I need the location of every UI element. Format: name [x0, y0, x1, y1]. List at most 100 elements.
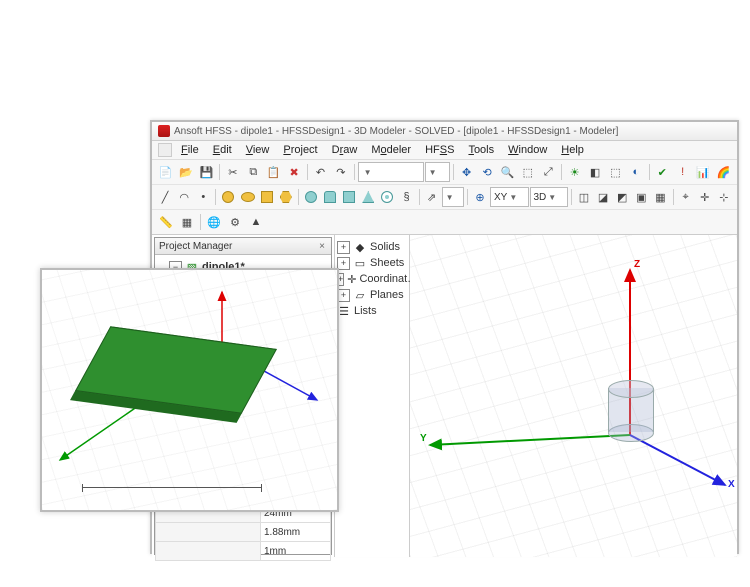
validate-icon[interactable]: ✔	[653, 162, 672, 182]
table-row: 1.88mm	[156, 523, 331, 542]
project-manager-title: Project Manager ×	[155, 238, 331, 255]
pan-icon[interactable]: ✥	[457, 162, 476, 182]
app-icon	[158, 125, 170, 137]
coord-icon: ✛	[347, 273, 356, 285]
sheets-icon: ▭	[353, 257, 367, 269]
menu-file[interactable]: File	[176, 143, 204, 157]
z-axis-label: Z	[634, 259, 640, 270]
table-row: 1mm	[156, 542, 331, 561]
ellipse2d-icon[interactable]	[238, 187, 256, 207]
poly2d-icon[interactable]	[277, 187, 295, 207]
sweep-dropdown[interactable]: ▼	[442, 187, 464, 207]
titlebar: Ansoft HFSS - dipole1 - HFSSDesign1 - 3D…	[152, 122, 737, 141]
menu-project[interactable]: Project	[278, 143, 322, 157]
cylinder-icon[interactable]	[321, 187, 339, 207]
fields-icon[interactable]: 🌈	[714, 162, 733, 182]
wireframe-icon[interactable]: ⬚	[606, 162, 625, 182]
optimetrics-icon[interactable]: ⚙	[225, 212, 245, 232]
cut-icon[interactable]: ✂	[223, 162, 242, 182]
y-axis-label: Y	[420, 433, 427, 444]
sweep-icon[interactable]: ⇗	[423, 187, 441, 207]
fit-all-icon[interactable]: ⤢	[539, 162, 558, 182]
tree-solids[interactable]: + ◆ Solids	[337, 239, 407, 255]
plane-dropdown[interactable]: XY▼	[490, 187, 528, 207]
mesh-icon[interactable]: ▲	[246, 212, 266, 232]
view-dropdown[interactable]: 3D▼	[530, 187, 568, 207]
arc-icon[interactable]: ◠	[175, 187, 193, 207]
boolean2-icon[interactable]: ◪	[594, 187, 612, 207]
toolbar-row-2: ╱ ◠ • § ⇗ ▼ ⊕ XY▼ 3D▼ ◫ ◪ ◩ ▣	[152, 185, 737, 210]
menu-modeler[interactable]: Modeler	[366, 143, 416, 157]
menu-view[interactable]: View	[241, 143, 275, 157]
render-icon[interactable]: ◧	[585, 162, 604, 182]
menu-edit[interactable]: Edit	[208, 143, 237, 157]
light-icon[interactable]: ☀	[565, 162, 584, 182]
save-icon[interactable]: 💾	[197, 162, 216, 182]
point-icon[interactable]: •	[194, 187, 212, 207]
copy-icon[interactable]: ⧉	[244, 162, 263, 182]
material-dropdown[interactable]: ▼	[358, 162, 424, 182]
boolean3-icon[interactable]: ◩	[613, 187, 631, 207]
paste-icon[interactable]: 📋	[264, 162, 283, 182]
results-icon[interactable]: 📊	[693, 162, 712, 182]
menu-window[interactable]: Window	[503, 143, 552, 157]
boolean5-icon[interactable]: ▦	[651, 187, 669, 207]
grid-icon[interactable]: ▦	[177, 212, 197, 232]
globe-icon[interactable]: 🌐	[204, 212, 224, 232]
y-axis	[430, 435, 630, 445]
inset-3d-view[interactable]	[40, 268, 339, 512]
circle2d-icon[interactable]	[219, 187, 237, 207]
axes-overlay	[410, 235, 737, 557]
redo-icon[interactable]: ↷	[331, 162, 350, 182]
expand-icon[interactable]: +	[337, 241, 350, 254]
scale-bar	[82, 487, 262, 496]
delete-icon[interactable]: ✖	[284, 162, 303, 182]
title-text: Ansoft HFSS - dipole1 - HFSSDesign1 - 3D…	[174, 126, 618, 137]
menubar: File Edit View Project Draw Modeler HFSS…	[152, 141, 737, 160]
boolean1-icon[interactable]: ◫	[575, 187, 593, 207]
unite-icon[interactable]: ⊕	[471, 187, 489, 207]
line-icon[interactable]: ╱	[156, 187, 174, 207]
coord3-icon[interactable]: ⊹	[715, 187, 733, 207]
close-icon[interactable]: ×	[317, 241, 327, 252]
menu-draw[interactable]: Draw	[327, 143, 363, 157]
object-tree-panel[interactable]: + ◆ Solids + ▭ Sheets + ✛ Coordinat… + ▱…	[335, 235, 410, 557]
zoom-icon[interactable]: 🔍	[498, 162, 517, 182]
menu-hfss[interactable]: HFSS	[420, 143, 459, 157]
rotate-icon[interactable]: ⟲	[477, 162, 496, 182]
box-icon[interactable]	[340, 187, 358, 207]
menu-help[interactable]: Help	[556, 143, 589, 157]
tree-planes[interactable]: + ▱ Planes	[337, 287, 407, 303]
helix-icon[interactable]: §	[397, 187, 415, 207]
zoom-window-icon[interactable]: ⬚	[518, 162, 537, 182]
torus-icon[interactable]	[378, 187, 396, 207]
lists-icon: ☰	[337, 305, 351, 317]
x-axis	[630, 435, 725, 485]
toolbars: 📄 📂 💾 ✂ ⧉ 📋 ✖ ↶ ↷ ▼ ▼ ✥ ⟲ 🔍 ⬚ ⤢ ☀ ◧ ⬚ ◐	[152, 160, 737, 235]
coord1-icon[interactable]: ⌖	[676, 187, 694, 207]
planes-icon: ▱	[353, 289, 367, 301]
rect2d-icon[interactable]	[258, 187, 276, 207]
sphere-icon[interactable]	[302, 187, 320, 207]
menu-tools[interactable]: Tools	[463, 143, 499, 157]
measure-icon[interactable]: 📏	[156, 212, 176, 232]
tree-coord[interactable]: + ✛ Coordinat…	[337, 271, 407, 287]
solids-icon: ◆	[353, 241, 367, 253]
mdi-system-icon[interactable]	[158, 143, 172, 157]
boolean4-icon[interactable]: ▣	[632, 187, 650, 207]
model-cylinder[interactable]	[608, 380, 652, 440]
orient-icon[interactable]: ◐	[626, 162, 645, 182]
toolbar-row-1: 📄 📂 💾 ✂ ⧉ 📋 ✖ ↶ ↷ ▼ ▼ ✥ ⟲ 🔍 ⬚ ⤢ ☀ ◧ ⬚ ◐	[152, 160, 737, 185]
open-icon[interactable]: 📂	[176, 162, 195, 182]
x-axis-label: X	[728, 479, 735, 490]
undo-icon[interactable]: ↶	[311, 162, 330, 182]
tree-lists[interactable]: ☰ Lists	[337, 303, 407, 319]
analyze-icon[interactable]: !	[673, 162, 692, 182]
cone-icon[interactable]	[359, 187, 377, 207]
3d-viewport[interactable]: Z Y X	[410, 235, 737, 557]
new-icon[interactable]: 📄	[156, 162, 175, 182]
coord2-icon[interactable]: ✛	[696, 187, 714, 207]
tree-sheets[interactable]: + ▭ Sheets	[337, 255, 407, 271]
color-dropdown[interactable]: ▼	[425, 162, 450, 182]
toolbar-row-3: 📏 ▦ 🌐 ⚙ ▲	[152, 210, 737, 234]
